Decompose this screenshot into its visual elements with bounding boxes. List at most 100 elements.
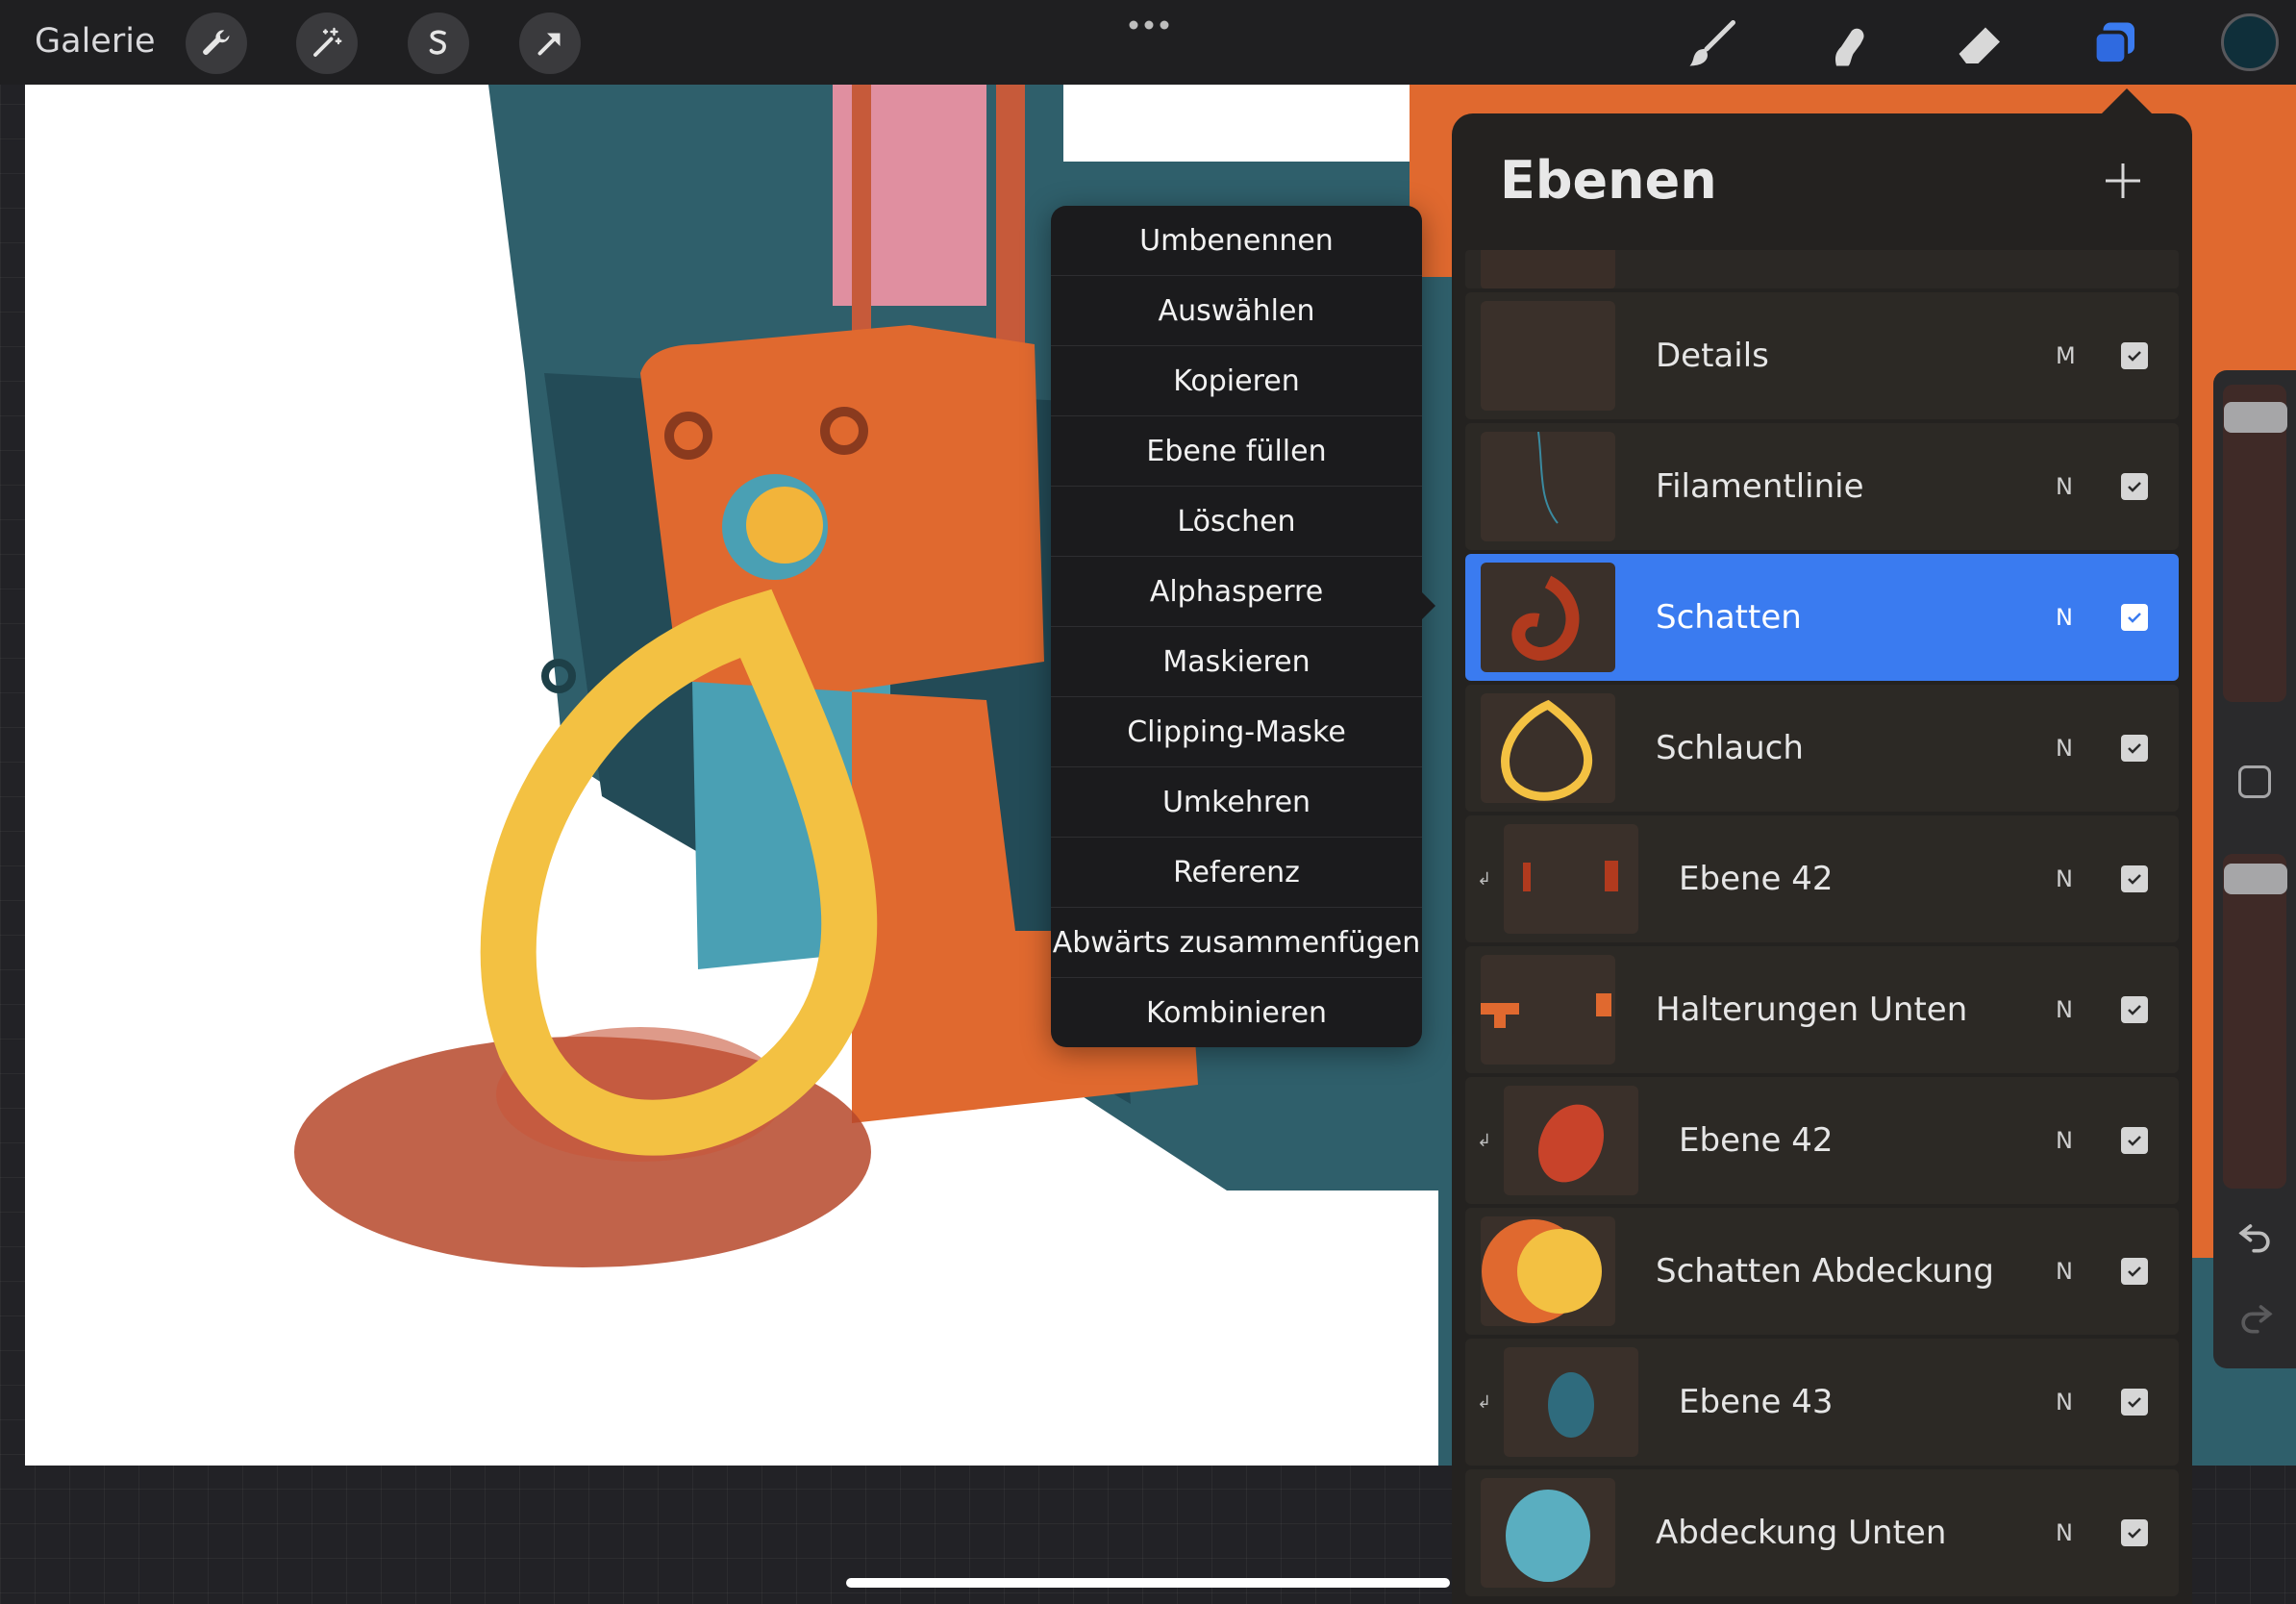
layer-name: Filamentlinie — [1656, 467, 1864, 506]
menu-item-clipping-mask[interactable]: Clipping-Maske — [1051, 697, 1422, 767]
layer-row-ebene-43[interactable]: ↲ Ebene 43 N — [1465, 1339, 2179, 1466]
check-icon — [2128, 1528, 2141, 1539]
layer-row-ebene-42-b[interactable]: ↲ Ebene 42 N — [1465, 1077, 2179, 1204]
visibility-checkbox[interactable] — [2121, 1519, 2148, 1546]
brush-icon[interactable] — [1681, 13, 1742, 75]
layer-thumbnail — [1481, 432, 1615, 541]
blend-mode-button[interactable]: M — [2056, 292, 2076, 419]
check-icon — [2128, 482, 2141, 492]
menu-item-alpha-lock[interactable]: Alphasperre — [1051, 557, 1422, 627]
visibility-checkbox[interactable] — [2121, 473, 2148, 500]
menu-item-invert[interactable]: Umkehren — [1051, 767, 1422, 838]
layer-row-schatten[interactable]: Schatten N — [1465, 554, 2179, 681]
check-icon — [2128, 613, 2141, 623]
menu-item-fill-layer[interactable]: Ebene füllen — [1051, 416, 1422, 487]
opacity-slider[interactable] — [2223, 854, 2286, 1189]
home-indicator[interactable] — [846, 1578, 1450, 1588]
visibility-checkbox[interactable] — [2121, 865, 2148, 892]
layer-name: Ebene 42 — [1679, 860, 1834, 898]
menu-item-mask[interactable]: Maskieren — [1051, 627, 1422, 697]
blend-mode-button[interactable]: N — [2056, 1339, 2073, 1466]
check-icon — [2128, 874, 2141, 885]
opacity-handle[interactable] — [2224, 864, 2287, 894]
layer-thumbnail — [1504, 1347, 1638, 1457]
blend-mode-button[interactable]: N — [2056, 423, 2073, 550]
check-icon — [2128, 1266, 2141, 1277]
blend-mode-button[interactable]: N — [2056, 554, 2073, 681]
layer-list: Details M Filamentlinie N Schatten N Sch… — [1465, 250, 2179, 1600]
layer-row-filamentlinie[interactable]: Filamentlinie N — [1465, 423, 2179, 550]
visibility-checkbox[interactable] — [2121, 1389, 2148, 1416]
brush-size-handle[interactable] — [2224, 402, 2287, 433]
eraser-icon[interactable] — [1950, 13, 2011, 75]
check-icon — [2128, 1397, 2141, 1408]
visibility-checkbox[interactable] — [2121, 1127, 2148, 1154]
visibility-checkbox[interactable] — [2121, 735, 2148, 762]
layers-panel: Ebenen Details M Filamentlinie N Schatte… — [1452, 113, 2192, 1604]
smudge-icon[interactable] — [1815, 13, 1877, 75]
visibility-checkbox[interactable] — [2121, 1258, 2148, 1285]
clipping-indicator-icon: ↲ — [1477, 1392, 1492, 1413]
menu-item-rename[interactable]: Umbenennen — [1051, 206, 1422, 276]
layer-row-ebene-42[interactable]: ↲ Ebene 42 N — [1465, 815, 2179, 942]
visibility-checkbox[interactable] — [2121, 996, 2148, 1023]
layer-thumbnail — [1481, 1478, 1615, 1588]
clipping-indicator-icon: ↲ — [1477, 869, 1492, 890]
blend-mode-button[interactable]: N — [2056, 1469, 2073, 1596]
menu-item-merge-down[interactable]: Abwärts zusammenfügen — [1051, 908, 1422, 978]
layer-row-partial[interactable] — [1465, 250, 2179, 288]
layer-name: Details — [1656, 337, 1769, 375]
check-icon — [2128, 351, 2141, 362]
layer-thumbnail — [1481, 693, 1615, 803]
layer-name: Schlauch — [1656, 729, 1804, 767]
menu-item-select[interactable]: Auswählen — [1051, 276, 1422, 346]
magic-wand-icon[interactable] — [296, 13, 358, 74]
layer-row-details[interactable]: Details M — [1465, 292, 2179, 419]
layer-row-schlauch[interactable]: Schlauch N — [1465, 685, 2179, 812]
layer-name: Abdeckung Unten — [1656, 1514, 1947, 1552]
clipping-indicator-icon: ↲ — [1477, 1131, 1492, 1151]
menu-item-delete[interactable]: Löschen — [1051, 487, 1422, 557]
layer-thumbnail — [1504, 1086, 1638, 1195]
more-options-icon[interactable] — [1127, 17, 1171, 36]
layer-name: Schatten Abdeckung — [1656, 1252, 1994, 1291]
layers-title: Ebenen — [1500, 150, 1717, 211]
layer-thumbnail — [1481, 563, 1615, 672]
undo-icon[interactable] — [2234, 1216, 2277, 1262]
selection-icon[interactable] — [408, 13, 469, 74]
layer-thumbnail — [1481, 955, 1615, 1065]
visibility-checkbox[interactable] — [2121, 604, 2148, 631]
layer-row-schatten-abdeckung[interactable]: Schatten Abdeckung N — [1465, 1208, 2179, 1335]
layer-name: Ebene 42 — [1679, 1121, 1834, 1160]
layer-thumbnail — [1504, 824, 1638, 934]
gallery-button[interactable]: Galerie — [35, 19, 155, 63]
layer-name: Ebene 43 — [1679, 1383, 1834, 1421]
blend-mode-button[interactable]: N — [2056, 1208, 2073, 1335]
blend-mode-button[interactable]: N — [2056, 946, 2073, 1073]
wrench-icon[interactable] — [186, 13, 247, 74]
layer-thumbnail — [1481, 301, 1615, 411]
menu-item-reference[interactable]: Referenz — [1051, 838, 1422, 908]
layer-name: Schatten — [1656, 598, 1802, 637]
transform-arrow-icon[interactable] — [519, 13, 581, 74]
layer-row-halterungen-unten[interactable]: Halterungen Unten N — [1465, 946, 2179, 1073]
layer-thumbnail — [1481, 1216, 1615, 1326]
menu-item-copy[interactable]: Kopieren — [1051, 346, 1422, 416]
color-picker-swatch[interactable] — [2221, 13, 2279, 71]
redo-icon[interactable] — [2234, 1296, 2277, 1342]
check-icon — [2128, 1005, 2141, 1015]
layers-icon[interactable] — [2084, 13, 2146, 75]
context-menu-pointer — [1420, 590, 1435, 621]
blend-mode-button[interactable]: N — [2056, 1077, 2073, 1204]
layer-row-abdeckung-unten[interactable]: Abdeckung Unten N — [1465, 1469, 2179, 1596]
modify-button[interactable] — [2238, 765, 2271, 798]
blend-mode-button[interactable]: N — [2056, 815, 2073, 942]
menu-item-combine[interactable]: Kombinieren — [1051, 978, 1422, 1048]
visibility-checkbox[interactable] — [2121, 342, 2148, 369]
top-toolbar: Galerie — [0, 0, 2296, 85]
add-layer-button[interactable] — [2104, 162, 2142, 204]
check-icon — [2128, 1136, 2141, 1146]
plus-icon — [2106, 163, 2140, 198]
blend-mode-button[interactable]: N — [2056, 685, 2073, 812]
check-icon — [2128, 743, 2141, 754]
